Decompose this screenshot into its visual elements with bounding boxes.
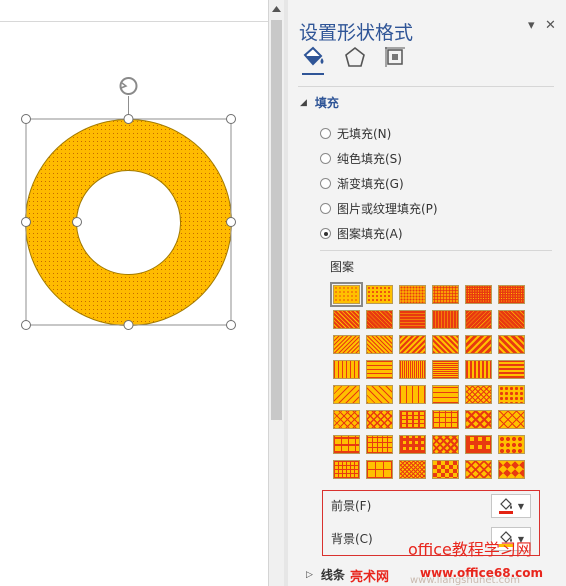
format-shape-pane: 设置形状格式 ▾ ✕ ◢ 填充 无填充(N) 纯色填充(S) 渐变填充(G) 图… [288,0,566,586]
radio-button[interactable] [320,128,331,139]
pattern-swatch[interactable] [432,385,459,404]
fill-line-tab-icon[interactable] [302,46,326,72]
pattern-swatch[interactable] [399,460,426,479]
close-icon[interactable]: ✕ [545,18,556,33]
pattern-swatch[interactable] [330,282,363,307]
collapse-triangle-icon: ◢ [300,97,307,108]
radio-picture-texture-fill[interactable]: 图片或纹理填充(P) [320,200,438,217]
pattern-swatch[interactable] [498,435,525,454]
pattern-swatch[interactable] [366,460,393,479]
radio-label: 图片或纹理填充(P) [337,202,438,216]
radio-button[interactable] [320,153,331,164]
pattern-swatch[interactable] [498,460,525,479]
chevron-down-icon: ▼ [517,501,525,511]
pattern-swatch[interactable] [333,410,360,429]
background-label: 背景(C) [331,532,373,546]
pane-divider [298,86,554,87]
pattern-swatch[interactable] [465,335,492,354]
pattern-swatch[interactable] [399,335,426,354]
pattern-swatch[interactable] [399,385,426,404]
adjust-handle[interactable] [72,217,82,227]
size-properties-tab-icon[interactable] [384,46,406,72]
active-tab-indicator [302,73,324,75]
pattern-swatch[interactable] [399,435,426,454]
pattern-swatch[interactable] [498,410,525,429]
pattern-swatch[interactable] [366,310,393,329]
pattern-swatch[interactable] [465,460,492,479]
pattern-swatch[interactable] [432,310,459,329]
watermark-brand: 亮术网 [350,570,390,585]
scroll-up-icon[interactable] [269,0,284,18]
radio-pattern-fill[interactable]: 图案填充(A) [320,225,403,242]
pattern-swatch[interactable] [399,410,426,429]
shape-layer [21,77,236,330]
pane-title: 设置形状格式 [299,22,414,44]
pattern-swatch[interactable] [366,435,393,454]
foreground-color-button[interactable]: ▼ [491,494,531,518]
pattern-swatch[interactable] [432,435,459,454]
line-section-label: 线条 [320,568,345,582]
pattern-swatch[interactable] [432,410,459,429]
radio-button[interactable] [320,203,331,214]
radio-no-fill[interactable]: 无填充(N) [320,125,391,142]
pattern-swatch[interactable] [366,385,393,404]
radio-label: 图案填充(A) [337,227,403,241]
radio-button-checked[interactable] [320,228,331,239]
pattern-swatch[interactable] [333,360,360,379]
pattern-swatch[interactable] [432,335,459,354]
pattern-swatch[interactable] [465,435,492,454]
radio-label: 纯色填充(S) [337,152,402,166]
foreground-label: 前景(F) [331,499,372,513]
donut-shape[interactable] [25,119,232,326]
pattern-label: 图案 [330,260,355,274]
foreground-row: 前景(F) [331,497,371,514]
pattern-swatch[interactable] [498,310,525,329]
pattern-swatch[interactable] [465,310,492,329]
pattern-swatch[interactable] [432,460,459,479]
radio-label: 无填充(N) [337,127,392,141]
pattern-swatch[interactable] [498,285,525,304]
pane-options-icon[interactable]: ▾ [528,18,535,33]
pattern-swatch[interactable] [333,385,360,404]
line-section-header[interactable]: ▷ 线条 [306,566,345,583]
paint-bucket-icon [498,498,513,514]
pattern-swatch[interactable] [498,335,525,354]
pattern-swatch[interactable] [465,360,492,379]
radio-label: 渐变填充(G) [337,177,404,191]
pattern-swatch[interactable] [333,435,360,454]
pattern-swatch[interactable] [399,360,426,379]
pattern-swatch[interactable] [465,410,492,429]
background-row: 背景(C) [331,530,373,547]
app-window: 设置形状格式 ▾ ✕ ◢ 填充 无填充(N) 纯色填充(S) 渐变填充(G) 图… [0,0,566,586]
rotate-handle-icon[interactable] [119,77,138,95]
pattern-swatch[interactable] [366,360,393,379]
fill-section-label: 填充 [314,96,339,110]
pattern-swatch[interactable] [399,310,426,329]
vertical-scrollbar[interactable] [268,0,284,586]
effects-tab-icon[interactable] [344,46,366,72]
radio-solid-fill[interactable]: 纯色填充(S) [320,150,402,167]
scroll-thumb[interactable] [271,20,282,420]
pattern-swatch[interactable] [366,410,393,429]
pattern-swatch[interactable] [366,285,393,304]
pattern-swatch[interactable] [333,335,360,354]
pattern-swatch[interactable] [465,285,492,304]
pattern-swatch[interactable] [432,360,459,379]
section-divider [320,250,552,251]
fill-section-header[interactable]: ◢ 填充 [300,94,339,111]
radio-button[interactable] [320,178,331,189]
watermark-url-faint: www.liangshunet.com [410,575,520,586]
pattern-swatch[interactable] [333,460,360,479]
pattern-swatch[interactable] [333,310,360,329]
pattern-swatch[interactable] [465,385,492,404]
slide-canvas[interactable] [0,0,268,586]
watermark-site: office教程学习网 [408,540,532,559]
radio-gradient-fill[interactable]: 渐变填充(G) [320,175,404,192]
pattern-swatch[interactable] [366,335,393,354]
expand-triangle-icon: ▷ [306,569,313,580]
pattern-swatch[interactable] [399,285,426,304]
pattern-swatch[interactable] [498,385,525,404]
pattern-swatch[interactable] [498,360,525,379]
pattern-swatch[interactable] [432,285,459,304]
